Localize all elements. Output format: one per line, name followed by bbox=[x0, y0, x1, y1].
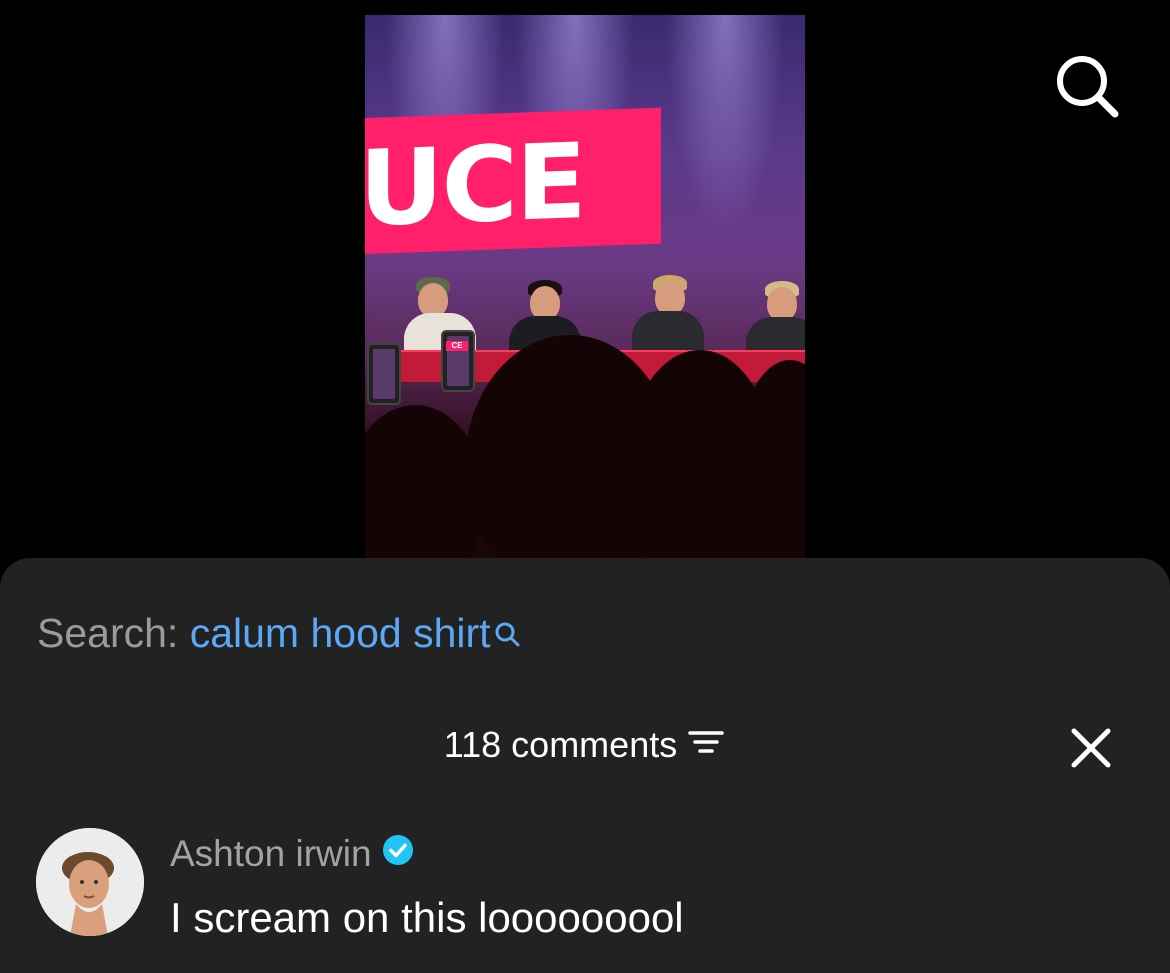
search-icon bbox=[1057, 56, 1119, 118]
stage-light bbox=[665, 15, 785, 235]
comments-count: 118 comments bbox=[443, 724, 678, 765]
phone-tag: CE bbox=[446, 341, 468, 351]
search-icon bbox=[493, 611, 521, 659]
close-button[interactable] bbox=[1068, 725, 1114, 771]
close-icon bbox=[1071, 728, 1111, 768]
search-query-link[interactable]: calum hood shirt bbox=[190, 610, 491, 656]
phone: CE bbox=[441, 330, 475, 392]
crowd-silhouette bbox=[365, 405, 485, 560]
video-player[interactable]: UCE CE bbox=[365, 15, 805, 560]
comments-header: 118 comments bbox=[0, 723, 1170, 767]
verified-badge-icon bbox=[382, 832, 414, 876]
filter-icon[interactable] bbox=[687, 723, 725, 767]
search-suggestion[interactable]: Search: calum hood shirt bbox=[37, 609, 521, 659]
search-button[interactable] bbox=[1052, 52, 1122, 122]
comment-author[interactable]: Ashton irwin bbox=[170, 832, 414, 876]
search-label: Search: bbox=[37, 610, 179, 656]
username: Ashton irwin bbox=[170, 833, 372, 874]
phone bbox=[367, 343, 401, 405]
comment-text: I scream on this looooooool bbox=[170, 894, 684, 941]
banner-text: UCE bbox=[365, 120, 585, 250]
avatar[interactable] bbox=[36, 828, 144, 936]
